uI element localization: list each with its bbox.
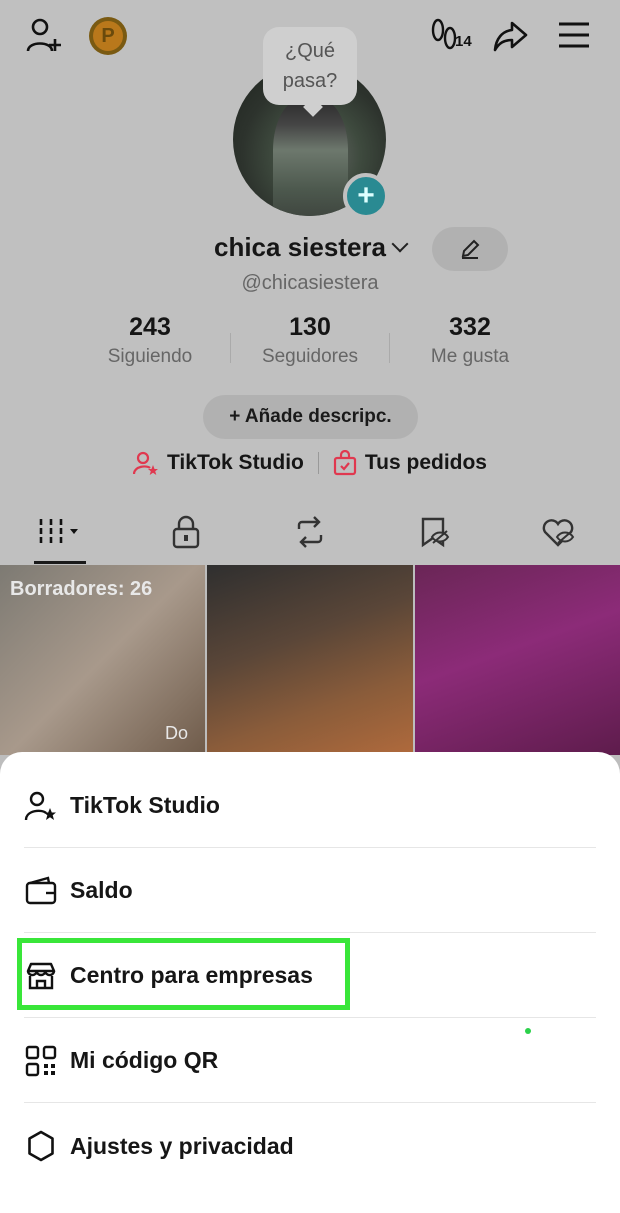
add-photo-button[interactable]: + bbox=[343, 173, 389, 219]
menu-item-tiktok-studio[interactable]: TikTok Studio bbox=[24, 764, 596, 848]
tab-favorites[interactable] bbox=[372, 507, 496, 557]
stat-label: Seguidores bbox=[261, 346, 359, 367]
person-star-icon bbox=[24, 789, 58, 823]
handle: @chicasiestera bbox=[241, 272, 379, 294]
coin-icon[interactable]: P bbox=[89, 17, 127, 55]
display-name: chica siestera bbox=[213, 232, 386, 262]
indicator-dot bbox=[525, 1028, 531, 1034]
menu-icon[interactable] bbox=[556, 18, 592, 52]
menu-item-settings[interactable]: Ajustes y privacidad bbox=[24, 1104, 596, 1188]
orders-link[interactable]: Tus pedidos bbox=[333, 450, 487, 476]
tiktok-studio-link[interactable]: TikTok Studio bbox=[132, 450, 304, 476]
lock-icon bbox=[172, 515, 200, 549]
add-friend-icon[interactable] bbox=[24, 15, 64, 55]
username-row[interactable]: chica siestera bbox=[0, 232, 620, 263]
grid-dropdown-icon bbox=[39, 519, 78, 545]
qr-code-icon bbox=[24, 1044, 58, 1078]
highlight-box bbox=[17, 938, 350, 1010]
stat-label: Me gusta bbox=[430, 346, 510, 367]
stat-followers[interactable]: 130 Seguidores bbox=[230, 313, 390, 368]
menu-item-label: Ajustes y privacidad bbox=[70, 1132, 294, 1159]
share-icon[interactable] bbox=[492, 17, 530, 55]
stat-following[interactable]: 243 Siguiendo bbox=[70, 313, 230, 368]
footprints-count: 14 bbox=[455, 33, 472, 50]
pencil-icon bbox=[461, 239, 480, 259]
profile-links: TikTok Studio Tus pedidos bbox=[0, 450, 620, 476]
drafts-label: Borradores: 26 bbox=[10, 578, 153, 600]
tiktok-studio-label: TikTok Studio bbox=[166, 451, 304, 474]
footprints-icon[interactable] bbox=[430, 18, 458, 54]
stat-value: 332 bbox=[449, 313, 491, 341]
profile-tabs bbox=[0, 507, 620, 564]
wallet-icon bbox=[24, 874, 58, 908]
menu-item-label: TikTok Studio bbox=[70, 792, 220, 818]
tab-private[interactable] bbox=[124, 507, 248, 557]
tab-liked[interactable] bbox=[496, 507, 620, 557]
stat-value: 243 bbox=[129, 313, 171, 341]
shopping-bag-icon bbox=[333, 450, 356, 476]
bookmark-hidden-icon bbox=[421, 517, 450, 548]
stat-label: Siguiendo bbox=[107, 346, 193, 367]
chevron-down-icon bbox=[391, 235, 409, 253]
menu-item-balance[interactable]: Saldo bbox=[24, 849, 596, 933]
stat-value: 130 bbox=[289, 313, 331, 341]
video-grid: Borradores: 26 Do bbox=[0, 565, 620, 755]
divider bbox=[317, 452, 319, 474]
tab-videos[interactable] bbox=[0, 507, 124, 564]
menu-item-label: Saldo bbox=[70, 877, 133, 903]
status-bubble[interactable]: ¿Qué pasa? bbox=[263, 27, 357, 105]
avatar-photo bbox=[273, 98, 348, 216]
orders-label: Tus pedidos bbox=[364, 451, 487, 474]
menu-item-label: Mi código QR bbox=[70, 1047, 219, 1073]
tab-indicator bbox=[34, 561, 86, 564]
video-thumbnail[interactable] bbox=[207, 565, 413, 755]
heart-hidden-icon bbox=[542, 519, 575, 547]
gear-icon bbox=[24, 1129, 58, 1163]
edit-profile-button[interactable] bbox=[432, 227, 508, 271]
menu-item-qr-code[interactable]: Mi código QR bbox=[24, 1019, 596, 1103]
tab-reposts[interactable] bbox=[248, 507, 372, 557]
video-thumbnail[interactable] bbox=[414, 565, 620, 755]
person-star-icon bbox=[132, 451, 158, 475]
repost-icon bbox=[297, 516, 323, 548]
video-thumbnail-drafts[interactable]: Borradores: 26 Do bbox=[0, 565, 206, 755]
stat-likes[interactable]: 332 Me gusta bbox=[390, 313, 550, 368]
draft-overlay-text: Do bbox=[165, 723, 189, 743]
add-description-button[interactable]: + Añade descripc. bbox=[203, 395, 418, 439]
divider bbox=[230, 333, 231, 363]
stats-row: 243 Siguiendo 130 Seguidores 332 Me gust… bbox=[70, 313, 550, 368]
